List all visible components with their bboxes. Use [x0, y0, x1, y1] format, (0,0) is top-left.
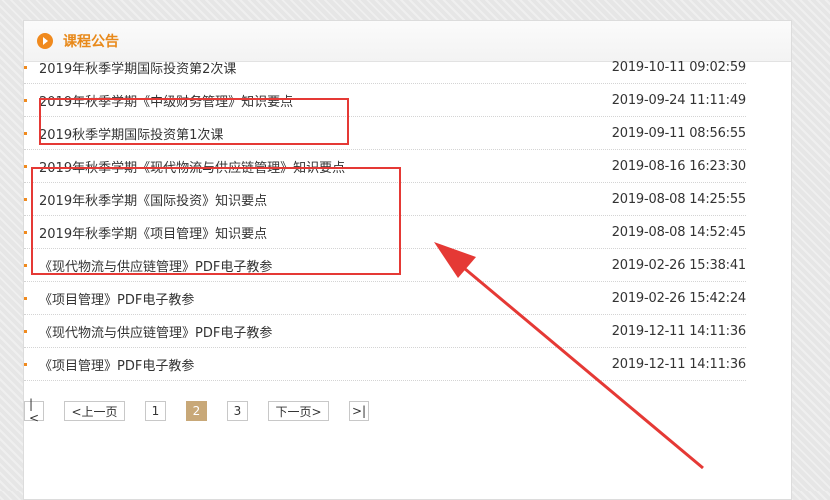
list-item: 2019年秋季学期《现代物流与供应链管理》知识要点 2019-08-16 16:… — [24, 150, 746, 183]
next-page-button[interactable]: 下一页> — [268, 401, 329, 421]
announcement-link[interactable]: 2019年秋季学期《项目管理》知识要点 — [39, 223, 267, 242]
bullet-icon — [24, 362, 27, 366]
panel-title: 课程公告 — [63, 34, 119, 50]
bullet-icon — [24, 65, 27, 69]
announcement-date: 2019-09-24 11:11:49 — [611, 92, 746, 108]
announcement-link[interactable]: 2019年秋季学期《中级财务管理》知识要点 — [39, 91, 293, 110]
page-2-button[interactable]: 2 — [186, 401, 207, 421]
announcement-date: 2019-02-26 15:42:24 — [611, 290, 746, 306]
announcement-link[interactable]: 《现代物流与供应链管理》PDF电子教参 — [39, 256, 272, 275]
announcement-date: 2019-09-11 08:56:55 — [611, 125, 746, 141]
announcement-list: 2019年秋季学期国际投资第2次课 2019-10-11 09:02:59 20… — [24, 51, 746, 381]
first-page-button[interactable]: |< — [24, 397, 44, 425]
list-item: 《项目管理》PDF电子教参 2019-12-11 14:11:36 — [24, 348, 746, 381]
prev-page-button[interactable]: <上一页 — [64, 401, 125, 421]
announcement-date: 2019-12-11 14:11:36 — [611, 323, 746, 339]
announcement-link[interactable]: 《项目管理》PDF电子教参 — [39, 355, 194, 374]
list-item: 《项目管理》PDF电子教参 2019-02-26 15:42:24 — [24, 282, 746, 315]
list-item: 《现代物流与供应链管理》PDF电子教参 2019-12-11 14:11:36 — [24, 315, 746, 348]
bullet-icon — [24, 98, 27, 102]
announcement-link[interactable]: 2019年秋季学期《国际投资》知识要点 — [39, 190, 267, 209]
announcement-date: 2019-08-08 14:52:45 — [611, 224, 746, 240]
list-item: 2019年秋季学期国际投资第2次课 2019-10-11 09:02:59 — [24, 51, 746, 84]
announcement-link[interactable]: 2019年秋季学期《现代物流与供应链管理》知识要点 — [39, 157, 345, 176]
bullet-icon — [24, 131, 27, 135]
bullet-icon — [24, 230, 27, 234]
list-item: 2019年秋季学期《国际投资》知识要点 2019-08-08 14:25:55 — [24, 183, 746, 216]
bullet-icon — [24, 263, 27, 267]
bullet-icon — [24, 197, 27, 201]
list-item: 2019秋季学期国际投资第1次课 2019-09-11 08:56:55 — [24, 117, 746, 150]
bullet-icon — [24, 329, 27, 333]
announcement-date: 2019-12-11 14:11:36 — [611, 356, 746, 372]
announcement-date: 2019-02-26 15:38:41 — [611, 257, 746, 273]
arrow-circle-icon — [37, 33, 53, 49]
announcement-date: 2019-10-11 09:02:59 — [611, 59, 746, 75]
list-item: 2019年秋季学期《中级财务管理》知识要点 2019-09-24 11:11:4… — [24, 84, 746, 117]
announcement-link[interactable]: 2019年秋季学期国际投资第2次课 — [39, 58, 236, 77]
last-page-button[interactable]: >| — [349, 401, 369, 421]
list-item: 2019年秋季学期《项目管理》知识要点 2019-08-08 14:52:45 — [24, 216, 746, 249]
pagination: |< <上一页 1 2 3 下一页> >| — [24, 397, 389, 425]
announcement-link[interactable]: 2019秋季学期国际投资第1次课 — [39, 124, 223, 143]
bullet-icon — [24, 296, 27, 300]
announcement-link[interactable]: 《项目管理》PDF电子教参 — [39, 289, 194, 308]
page-3-button[interactable]: 3 — [227, 401, 248, 421]
announcement-date: 2019-08-16 16:23:30 — [611, 158, 746, 174]
announcement-date: 2019-08-08 14:25:55 — [611, 191, 746, 207]
page-1-button[interactable]: 1 — [145, 401, 166, 421]
bullet-icon — [24, 164, 27, 168]
announcement-link[interactable]: 《现代物流与供应链管理》PDF电子教参 — [39, 322, 272, 341]
list-item: 《现代物流与供应链管理》PDF电子教参 2019-02-26 15:38:41 — [24, 249, 746, 282]
